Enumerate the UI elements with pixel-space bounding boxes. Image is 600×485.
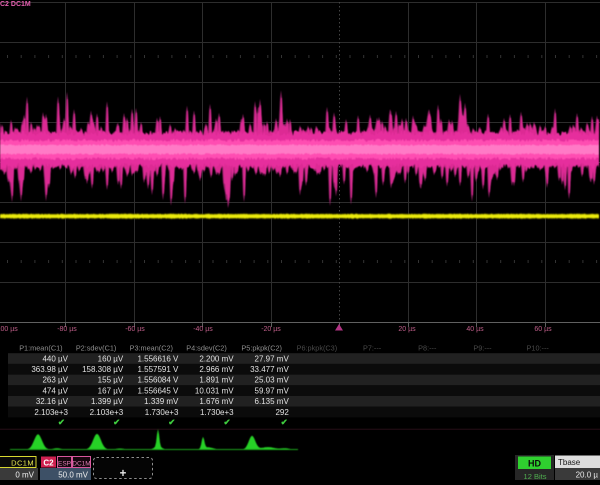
svg-text:59.97 mV: 59.97 mV [255, 386, 290, 395]
svg-text:-40 µs: -40 µs [193, 326, 213, 333]
svg-text:P4:sdev(C2): P4:sdev(C2) [186, 344, 227, 353]
svg-text:1.676 mV: 1.676 mV [199, 397, 234, 406]
svg-text:160 µV: 160 µV [98, 354, 124, 363]
svg-text:167 µV: 167 µV [98, 386, 124, 395]
svg-text:40 µs: 40 µs [466, 326, 484, 333]
svg-text:50.0 mV: 50.0 mV [58, 471, 88, 480]
svg-text:1.730e+3: 1.730e+3 [145, 408, 179, 417]
svg-text:60 µs: 60 µs [534, 326, 552, 333]
svg-text:32.16 µV: 32.16 µV [36, 397, 69, 406]
svg-text:ESP: ESP [58, 461, 71, 468]
svg-text:Tbase: Tbase [558, 458, 581, 467]
svg-text:✔: ✔ [58, 417, 65, 427]
svg-text:20.0 µ: 20.0 µ [576, 471, 599, 480]
svg-text:DC1M: DC1M [72, 461, 90, 468]
svg-text:P10:---: P10:--- [527, 344, 550, 353]
svg-text:✔: ✔ [281, 417, 288, 427]
svg-text:P2:sdev(C1): P2:sdev(C1) [76, 344, 117, 353]
svg-text:P6:pkpk(C3): P6:pkpk(C3) [297, 344, 338, 353]
svg-text:✔: ✔ [223, 417, 230, 427]
svg-text:P7:---: P7:--- [363, 344, 382, 353]
svg-text:33.477 mV: 33.477 mV [250, 365, 289, 374]
svg-text:2.966 mV: 2.966 mV [199, 365, 234, 374]
svg-text:P3:mean(C2): P3:mean(C2) [130, 344, 173, 353]
svg-text:2.200 mV: 2.200 mV [199, 354, 234, 363]
svg-text:1.730e+3: 1.730e+3 [200, 408, 234, 417]
svg-text:10.031 mV: 10.031 mV [195, 386, 234, 395]
svg-text:263 µV: 263 µV [42, 376, 68, 385]
svg-text:158.308 µV: 158.308 µV [82, 365, 124, 374]
svg-text:1.339 mV: 1.339 mV [144, 397, 179, 406]
svg-text:1.557591 V: 1.557591 V [137, 365, 179, 374]
svg-text:25.03 mV: 25.03 mV [255, 376, 290, 385]
svg-text:✔: ✔ [113, 417, 120, 427]
svg-text:HD: HD [528, 459, 541, 469]
svg-text:-60 µs: -60 µs [125, 326, 145, 333]
svg-text:P5:pkpk(C2): P5:pkpk(C2) [241, 344, 282, 353]
svg-text:1.399 µV: 1.399 µV [91, 397, 124, 406]
svg-text:6.135 mV: 6.135 mV [255, 397, 290, 406]
svg-text:2.103e+3: 2.103e+3 [90, 408, 124, 417]
svg-text:P9:---: P9:--- [473, 344, 492, 353]
svg-text:1.556645 V: 1.556645 V [137, 386, 179, 395]
svg-text:+: + [120, 468, 127, 480]
svg-text:292: 292 [275, 408, 289, 417]
svg-text:C2 DC1M: C2 DC1M [0, 1, 31, 8]
svg-text:C2: C2 [43, 459, 54, 468]
svg-text:1.556616 V: 1.556616 V [137, 354, 179, 363]
svg-text:20 µs: 20 µs [398, 326, 416, 333]
svg-text:-20 µs: -20 µs [261, 326, 281, 333]
svg-text:155 µV: 155 µV [98, 376, 124, 385]
svg-text:474 µV: 474 µV [42, 386, 68, 395]
svg-text:2.103e+3: 2.103e+3 [34, 408, 68, 417]
svg-text:P8:---: P8:--- [418, 344, 437, 353]
svg-text:1.556084 V: 1.556084 V [137, 376, 179, 385]
svg-text:12 Bits: 12 Bits [524, 472, 547, 480]
svg-text:-80 µs: -80 µs [57, 326, 77, 333]
svg-text:363.98 µV: 363.98 µV [31, 365, 68, 374]
svg-text:440 µV: 440 µV [42, 354, 68, 363]
svg-text:-100 µs: -100 µs [0, 326, 18, 333]
svg-text:27.97 mV: 27.97 mV [255, 354, 290, 363]
svg-text:0 mV: 0 mV [15, 471, 34, 480]
svg-text:1.891 mV: 1.891 mV [199, 376, 234, 385]
svg-text:P1:mean(C1): P1:mean(C1) [19, 344, 62, 353]
svg-text:✔: ✔ [168, 417, 175, 427]
svg-text:DC1M: DC1M [11, 459, 34, 468]
